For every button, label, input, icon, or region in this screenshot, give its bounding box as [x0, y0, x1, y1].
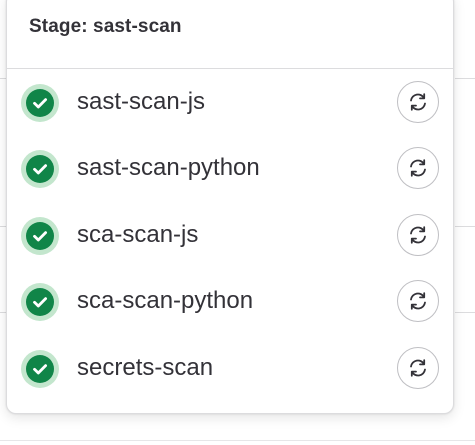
retry-icon — [410, 159, 426, 178]
check-circle-icon — [21, 283, 59, 322]
retry-icon — [410, 292, 426, 310]
retry-button[interactable] — [397, 280, 439, 323]
job-list: sast-scan-js sast-scan-python sca-scan-j… — [7, 69, 453, 401]
retry-button[interactable] — [397, 81, 439, 123]
retry-icon — [410, 226, 426, 244]
retry-button[interactable] — [397, 213, 439, 256]
dropdown-header: Stage: sast-scan — [7, 1, 453, 69]
background-divider — [455, 226, 475, 227]
background-divider — [455, 312, 475, 313]
background-divider — [0, 440, 475, 441]
job-item-secrets-scan[interactable]: secrets-scan — [7, 335, 453, 401]
job-item-sca-scan-js[interactable]: sca-scan-js — [7, 202, 453, 268]
job-name[interactable]: sast-scan-python — [77, 153, 260, 183]
job-name[interactable]: sast-scan-js — [77, 87, 205, 117]
job-item-sast-scan-python[interactable]: sast-scan-python — [7, 135, 453, 201]
stage-title: Stage: sast-scan — [29, 16, 182, 37]
page-background: Stage: sast-scan sast-scan-js sast-scan-… — [0, 0, 475, 445]
check-circle-icon — [21, 150, 59, 189]
retry-icon — [410, 93, 426, 111]
background-divider — [455, 78, 475, 79]
job-name[interactable]: sca-scan-js — [77, 220, 198, 250]
check-circle-icon — [21, 349, 59, 388]
job-name[interactable]: sca-scan-python — [77, 286, 253, 316]
check-circle-icon — [21, 216, 59, 255]
job-item-sca-scan-python[interactable]: sca-scan-python — [7, 268, 453, 334]
retry-button[interactable] — [397, 147, 439, 190]
job-item-sast-scan-js[interactable]: sast-scan-js — [7, 69, 453, 135]
stage-jobs-dropdown: Stage: sast-scan sast-scan-js sast-scan-… — [6, 0, 454, 414]
retry-button[interactable] — [397, 346, 439, 389]
retry-icon — [410, 358, 426, 377]
check-circle-icon — [21, 84, 59, 122]
job-name[interactable]: secrets-scan — [77, 353, 213, 383]
